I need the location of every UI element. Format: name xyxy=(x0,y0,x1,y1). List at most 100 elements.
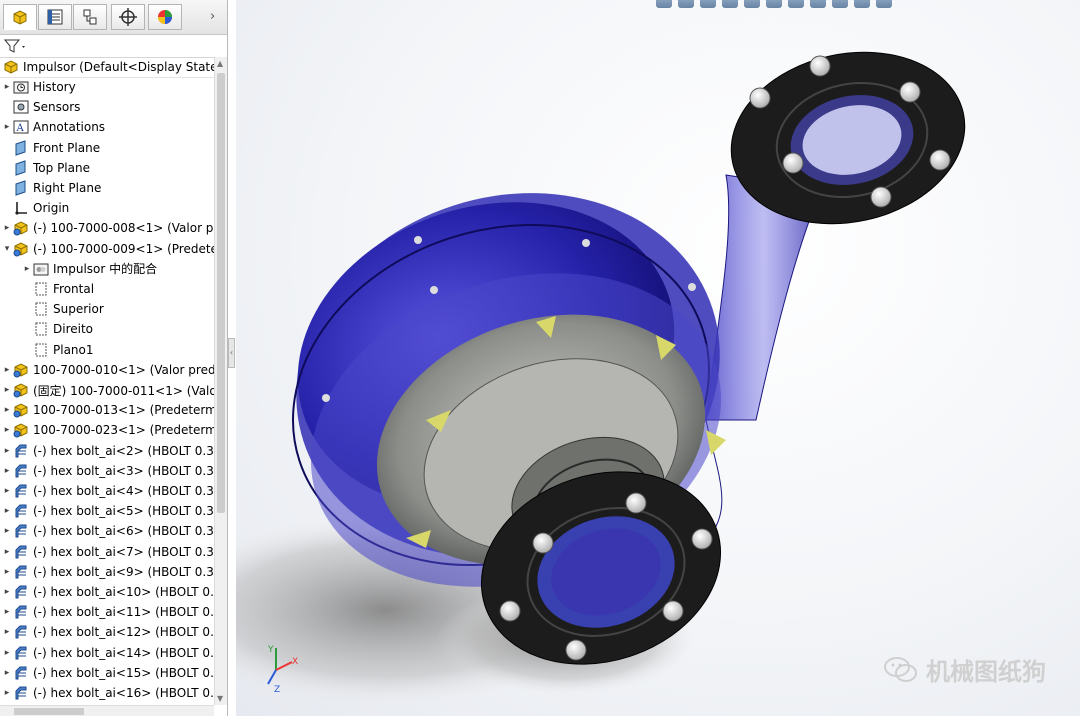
panel-expand-arrow[interactable]: › xyxy=(210,9,215,24)
expand-toggle-icon[interactable]: ▸ xyxy=(2,486,12,496)
expand-toggle-icon[interactable]: ▸ xyxy=(2,526,12,536)
tree-item[interactable]: ▸ History xyxy=(0,77,214,97)
feature-tree: ▸ History Sensors ▸ A Annotations Front Plane T… xyxy=(0,77,214,705)
tree-item[interactable]: ▸ (-) hex bolt_ai<11> (HBOLT 0.37 xyxy=(0,602,214,622)
dimxpert-manager-tab[interactable] xyxy=(111,4,145,30)
expand-toggle-icon[interactable]: ▸ xyxy=(2,688,12,698)
graphics-viewport[interactable]: Y X Z 机械图纸狗 xyxy=(236,0,1080,716)
tree-item[interactable]: ▸ (-) 100-7000-008<1> (Valor predetermina… xyxy=(0,218,214,238)
tree-item[interactable]: Superior xyxy=(0,299,214,319)
tree-item[interactable]: ▾ (-) 100-7000-009<1> (Predeterminado) xyxy=(0,239,214,259)
tree-item[interactable]: ▸ (-) hex bolt_ai<16> (HBOLT 0.37 xyxy=(0,683,214,703)
tree-item[interactable]: Direito xyxy=(0,319,214,339)
expand-toggle-icon[interactable]: ▾ xyxy=(2,244,12,254)
tree-item[interactable]: ▸ Impulsor 中的配合 xyxy=(0,259,214,279)
tree-item-label: Superior xyxy=(53,302,104,317)
tree-item[interactable]: ▸ A Annotations xyxy=(0,117,214,137)
tree-horizontal-scrollbar[interactable] xyxy=(0,705,214,716)
tree-item[interactable]: Front Plane xyxy=(0,138,214,158)
bolt-icon xyxy=(15,565,27,579)
plane-icon xyxy=(15,180,26,196)
tree-item[interactable]: ▸ (-) hex bolt_ai<5> (HBOLT 0.375 xyxy=(0,501,214,521)
expand-toggle-icon[interactable]: ▸ xyxy=(2,587,12,597)
tree-item[interactable]: ▸ 100-7000-023<1> (Predeterminado) xyxy=(0,420,214,440)
tree-item[interactable]: Plano1 xyxy=(0,340,214,360)
hex-bolt-head[interactable] xyxy=(691,528,713,550)
property-manager-tab[interactable] xyxy=(38,4,72,30)
tree-item[interactable]: ▸ 100-7000-010<1> (Valor predeterminado) xyxy=(0,360,214,380)
hex-bolt-head[interactable] xyxy=(499,600,521,622)
tree-item[interactable]: Origin xyxy=(0,198,214,218)
display-manager-tab[interactable] xyxy=(148,4,182,30)
tree-item[interactable]: ▸ (-) hex bolt_ai<15> (HBOLT 0.37 xyxy=(0,663,214,683)
scrollbar-thumb[interactable] xyxy=(217,73,225,513)
tree-item[interactable]: ▸ (-) hex bolt_ai<10> (HBOLT 0.37 xyxy=(0,582,214,602)
tree-item[interactable]: Right Plane xyxy=(0,178,214,198)
tree-item[interactable]: ▸ 100-7000-013<1> (Predeterminado) xyxy=(0,400,214,420)
horizontal-scrollbar-thumb[interactable] xyxy=(14,708,84,715)
scroll-down-arrow-icon[interactable]: ▼ xyxy=(217,694,223,703)
tree-vertical-scrollbar[interactable]: ▲ ▼ xyxy=(214,57,227,705)
hex-bolt-head[interactable] xyxy=(929,149,951,171)
sketch-plane-icon xyxy=(35,302,47,316)
tree-item-label: (-) 100-7000-008<1> (Valor predeterminad… xyxy=(33,221,214,236)
tree-item[interactable]: ▸ (-) hex bolt_ai<3> (HBOLT 0.375 xyxy=(0,461,214,481)
panel-splitter-handle[interactable]: ‹ xyxy=(228,338,235,368)
feature-manager-tab[interactable] xyxy=(3,4,37,30)
tree-item[interactable]: Sensors xyxy=(0,97,214,117)
hex-bolt-head[interactable] xyxy=(565,639,587,661)
tree-item-label: (固定) 100-7000-011<1> (Valor predetermina… xyxy=(33,383,214,398)
hex-bolt-head[interactable] xyxy=(809,55,831,77)
expand-toggle-icon[interactable]: ▸ xyxy=(2,365,12,375)
tree-item-label: History xyxy=(33,80,76,94)
tree-item-label: (-) hex bolt_ai<2> (HBOLT 0.375 xyxy=(33,443,214,458)
tree-item[interactable]: ▸ (-) hex bolt_ai<14> (HBOLT 0.37 xyxy=(0,643,214,663)
expand-toggle-icon[interactable]: ▸ xyxy=(2,446,12,456)
tree-item[interactable]: ▸ (-) hex bolt_ai<2> (HBOLT 0.375 xyxy=(0,441,214,461)
expand-toggle-icon[interactable]: ▸ xyxy=(2,648,12,658)
hex-bolt-head[interactable] xyxy=(782,152,804,174)
assembly-root[interactable]: Impulsor (Default<Display State-1> xyxy=(0,57,214,78)
hex-bolt-head[interactable] xyxy=(870,186,892,208)
expand-toggle-icon[interactable]: ▸ xyxy=(2,668,12,678)
hex-bolt-head[interactable] xyxy=(625,492,647,514)
tree-item[interactable]: Top Plane xyxy=(0,158,214,178)
expand-toggle-icon[interactable]: ▸ xyxy=(2,567,12,577)
hex-bolt-head[interactable] xyxy=(749,87,771,109)
annotations-icon: A xyxy=(13,120,29,134)
filter-icon[interactable] xyxy=(4,38,28,54)
configuration-manager-tab[interactable] xyxy=(73,4,107,30)
expand-toggle-icon[interactable]: ▸ xyxy=(2,223,12,233)
scroll-up-arrow-icon[interactable]: ▲ xyxy=(217,59,223,68)
crosshair-icon xyxy=(119,8,137,26)
hex-bolt-head[interactable] xyxy=(532,532,554,554)
expand-toggle-icon[interactable]: ▸ xyxy=(2,466,12,476)
bolt-icon xyxy=(15,625,27,639)
tree-item[interactable]: ▸ (-) hex bolt_ai<9> (HBOLT 0.375 xyxy=(0,562,214,582)
hex-bolt-head[interactable] xyxy=(899,81,921,103)
expand-toggle-icon[interactable]: ▸ xyxy=(2,405,12,415)
part-icon xyxy=(13,363,28,378)
expand-toggle-icon[interactable]: ▸ xyxy=(2,385,12,395)
tree-item-label: Top Plane xyxy=(33,160,90,175)
expand-toggle-icon[interactable]: ▸ xyxy=(2,627,12,637)
expand-toggle-icon[interactable]: ▸ xyxy=(2,547,12,557)
expand-toggle-icon[interactable]: ▸ xyxy=(2,607,12,617)
tree-item[interactable]: Frontal xyxy=(0,279,214,299)
expand-toggle-icon[interactable]: ▸ xyxy=(2,82,12,92)
expand-toggle-icon[interactable]: ▸ xyxy=(2,122,12,132)
expand-toggle-icon[interactable]: ▸ xyxy=(2,425,12,435)
tree-item[interactable]: ▸ (-) hex bolt_ai<12> (HBOLT 0.37 xyxy=(0,622,214,642)
tree-item-label: (-) hex bolt_ai<9> (HBOLT 0.375 xyxy=(33,564,214,579)
tree-item[interactable]: ▸ (-) hex bolt_ai<6> (HBOLT 0.375 xyxy=(0,521,214,541)
tree-item-label: Impulsor 中的配合 xyxy=(53,262,158,277)
expand-toggle-icon[interactable]: ▸ xyxy=(22,264,32,274)
expand-toggle-icon[interactable]: ▸ xyxy=(2,506,12,516)
tree-item[interactable]: ▸ (-) hex bolt_ai<7> (HBOLT 0.375 xyxy=(0,542,214,562)
sketch-plane-icon xyxy=(35,343,47,357)
casing-bolt-hole xyxy=(582,239,590,247)
tree-item[interactable]: ▸ (固定) 100-7000-011<1> (Valor predetermin… xyxy=(0,380,214,400)
tree-item[interactable]: ▸ (-) hex bolt_ai<4> (HBOLT 0.375 xyxy=(0,481,214,501)
hex-bolt-head[interactable] xyxy=(662,600,684,622)
pump-assembly-model[interactable]: Y X Z xyxy=(236,0,1080,716)
